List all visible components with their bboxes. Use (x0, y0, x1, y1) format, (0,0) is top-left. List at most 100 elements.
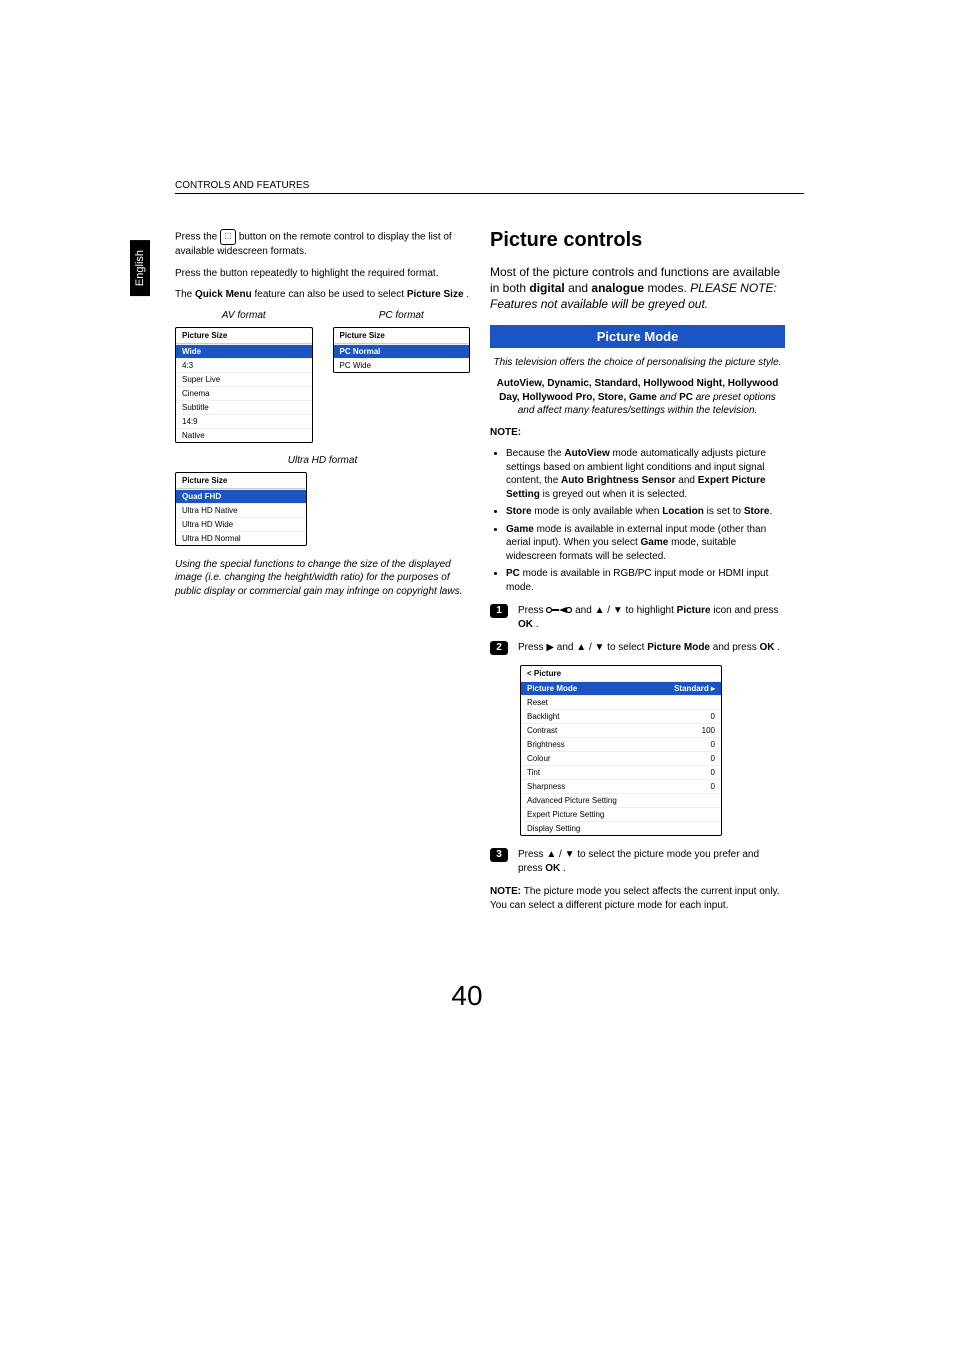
text: . (777, 642, 780, 653)
para-repeat: Press the button repeatedly to highlight… (175, 267, 470, 281)
text: Store (506, 506, 532, 517)
value: 0 (711, 712, 715, 721)
menu-row-sharpness[interactable]: Sharpness 0 (521, 779, 721, 793)
uhd-format-caption: Ultra HD format (175, 455, 470, 466)
menu-item-native[interactable]: Native (176, 428, 312, 442)
text-quick-menu: Quick Menu (195, 289, 252, 300)
step-2: 2 Press ▶ and ▲ / ▼ to select Picture Mo… (490, 641, 785, 655)
right-column: Picture controls Most of the picture con… (490, 229, 785, 920)
menu-item-uhdnormal[interactable]: Ultra HD Normal (176, 531, 306, 545)
menu-row-expert[interactable]: Expert Picture Setting (521, 807, 721, 821)
text: . (536, 619, 539, 630)
note-label: NOTE: (490, 426, 785, 440)
text: and (568, 281, 591, 295)
value: 0 (711, 740, 715, 749)
quick-menu-icon (546, 605, 572, 615)
text: Because the (506, 448, 564, 459)
para-press-button: Press the ⬚ button on the remote control… (175, 229, 470, 259)
value: 0 (711, 768, 715, 777)
text: Picture (677, 605, 711, 616)
text: and press (713, 642, 760, 653)
step-number-icon: 3 (490, 848, 508, 862)
text: . (769, 506, 772, 517)
text: Game (641, 537, 669, 548)
text: Store (744, 506, 770, 517)
picture-controls-title: Picture controls (490, 229, 785, 252)
label: Expert Picture Setting (527, 810, 604, 819)
text: and (660, 392, 679, 403)
text: and ▲ / ▼ to highlight (575, 605, 677, 616)
menu-item-uhdnative[interactable]: Ultra HD Native (176, 503, 306, 517)
menu-row-display[interactable]: Display Setting (521, 821, 721, 835)
menu-row-tint[interactable]: Tint0 (521, 765, 721, 779)
picture-mode-heading: Picture Mode (490, 325, 785, 348)
value: 100 (702, 726, 715, 735)
menu-row-reset[interactable]: Reset (521, 695, 721, 709)
menu-title: Picture Size (334, 328, 470, 344)
step-text: Press ▶ and ▲ / ▼ to select Picture Mode… (518, 641, 780, 655)
left-column: Press the ⬚ button on the remote control… (175, 229, 470, 920)
picture-menu: < Picture Picture Mode Standard ▸ Reset B… (520, 665, 722, 836)
menu-row-backlight[interactable]: Backlight0 (521, 709, 721, 723)
mode-intro: This television offers the choice of per… (490, 356, 785, 370)
text: mode is available in RGB/PC input mode o… (506, 568, 768, 593)
text: is set to (704, 506, 744, 517)
text: PC (679, 392, 693, 403)
label: Colour (527, 754, 551, 763)
label: Reset (527, 698, 548, 707)
menu-item-wide[interactable]: Wide (176, 344, 312, 358)
text: feature can also be used to select (254, 289, 406, 300)
step-3: 3 Press ▲ / ▼ to select the picture mode… (490, 848, 785, 875)
pc-format-caption: PC format (333, 310, 471, 321)
text: . (563, 863, 566, 874)
uhd-format-menu: Picture Size Quad FHD Ultra HD Native Ul… (175, 472, 307, 546)
text: mode is only available when (532, 506, 663, 517)
menu-item-pcwide[interactable]: PC Wide (334, 358, 470, 372)
section-header: CONTROLS AND FEATURES (175, 180, 804, 194)
text-analogue: analogue (591, 281, 644, 295)
menu-row-advanced[interactable]: Advanced Picture Setting (521, 793, 721, 807)
copyright-footnote: Using the special functions to change th… (175, 558, 470, 599)
menu-item-superlive[interactable]: Super Live (176, 372, 312, 386)
text: modes. (647, 281, 690, 295)
menu-item-149[interactable]: 14:9 (176, 414, 312, 428)
menu-item-pcnormal[interactable]: PC Normal (334, 344, 470, 358)
language-tab: English (130, 240, 150, 296)
menu-item-43[interactable]: 4:3 (176, 358, 312, 372)
menu-row-colour[interactable]: Colour0 (521, 751, 721, 765)
menu-item-quadfhd[interactable]: Quad FHD (176, 489, 306, 503)
text: Press ▶ and ▲ / ▼ to select (518, 642, 647, 653)
label: Picture Mode (527, 684, 577, 693)
text: Press (518, 605, 546, 616)
text: . (466, 289, 469, 300)
bullet-store: Store mode is only available when Locati… (506, 505, 785, 519)
menu-header: < Picture (521, 666, 721, 681)
text: is greyed out when it is selected. (540, 489, 687, 500)
step-number-icon: 2 (490, 641, 508, 655)
text-picture-size: Picture Size (407, 289, 464, 300)
menu-item-cinema[interactable]: Cinema (176, 386, 312, 400)
menu-row-picture-mode[interactable]: Picture Mode Standard ▸ (521, 681, 721, 695)
menu-item-subtitle[interactable]: Subtitle (176, 400, 312, 414)
value: Standard ▸ (674, 684, 715, 693)
text: Picture Mode (647, 642, 710, 653)
menu-row-contrast[interactable]: Contrast100 (521, 723, 721, 737)
menu-item-uhdwide[interactable]: Ultra HD Wide (176, 517, 306, 531)
label: Advanced Picture Setting (527, 796, 617, 805)
text: The picture mode you select affects the … (490, 886, 780, 911)
intro-paragraph: Most of the picture controls and functio… (490, 264, 785, 313)
final-note: NOTE: The picture mode you select affect… (490, 885, 785, 912)
label: Display Setting (527, 824, 580, 833)
menu-title: Picture Size (176, 473, 306, 489)
presets-list: AutoView, Dynamic, Standard, Hollywood N… (490, 377, 785, 418)
av-format-menu: Picture Size Wide 4:3 Super Live Cinema … (175, 327, 313, 443)
text: Press the (175, 232, 220, 243)
label: Sharpness (527, 782, 565, 791)
label: Brightness (527, 740, 565, 749)
page-number: 40 (130, 980, 804, 1012)
bullet-pc: PC mode is available in RGB/PC input mod… (506, 567, 785, 594)
text: OK (545, 863, 560, 874)
value: 0 (711, 782, 715, 791)
menu-title: Picture Size (176, 328, 312, 344)
menu-row-brightness[interactable]: Brightness 0 (521, 737, 721, 751)
